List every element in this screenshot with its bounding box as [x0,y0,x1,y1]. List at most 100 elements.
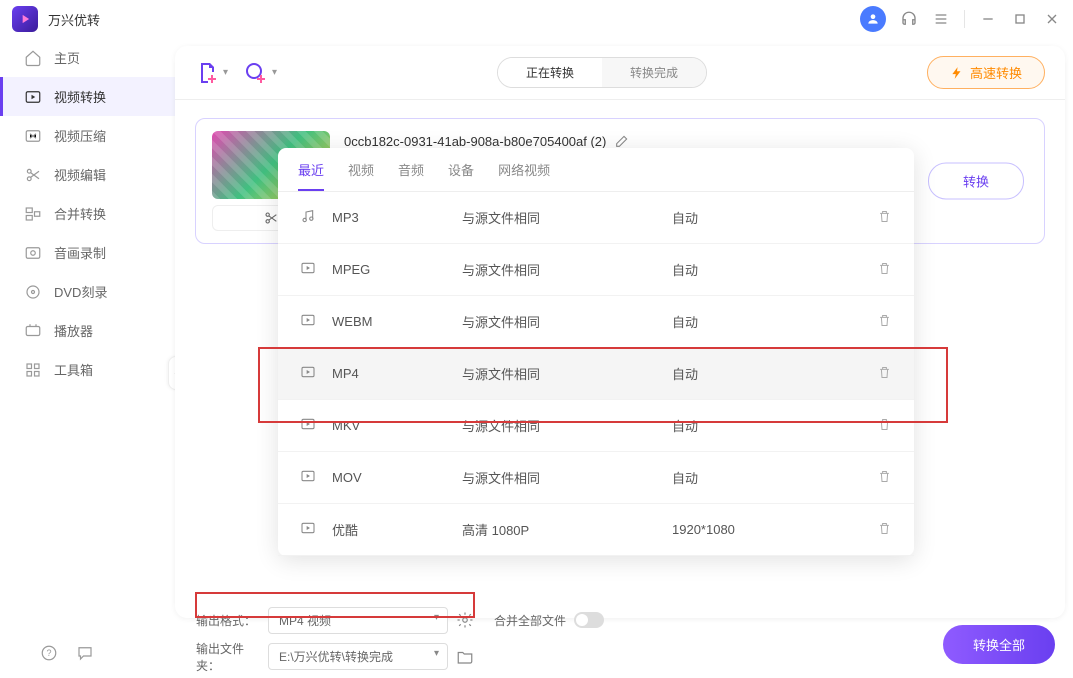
feedback-button[interactable] [76,644,94,662]
browse-folder-button[interactable] [456,648,474,666]
close-button[interactable] [1043,10,1061,28]
format-resolution: 与源文件相同 [462,208,672,227]
svg-text:?: ? [46,648,51,658]
help-button[interactable]: ? [40,644,58,662]
format-resolution: 高清 1080P [462,520,672,539]
edit-icon[interactable] [614,133,630,149]
settings-button[interactable] [456,611,474,629]
merge-switch[interactable] [574,612,604,628]
merge-label: 合并全部文件 [494,612,566,629]
account-button[interactable] [860,6,886,32]
delete-format-button[interactable] [877,365,892,383]
format-row-mov[interactable]: MOV与源文件相同自动 [278,452,914,504]
logo-play-icon [18,12,32,26]
delete-format-button[interactable] [877,313,892,331]
sidebar-item-home[interactable]: 主页 [0,38,175,77]
video-icon [300,520,316,536]
video-icon [300,260,316,276]
tab-completed[interactable]: 转换完成 [602,58,706,87]
delete-format-button[interactable] [877,261,892,279]
maximize-icon [1012,11,1028,27]
sidebar-item-dvd[interactable]: DVD刻录 [0,272,175,311]
format-resolution: 与源文件相同 [462,260,672,279]
video-icon [300,364,316,380]
sidebar-item-toolbox[interactable]: 工具箱 [0,350,175,389]
sidebar-item-video-convert[interactable]: 视频转换 [0,77,175,116]
home-icon [24,49,42,67]
format-row-mp4[interactable]: MP4与源文件相同自动 [278,348,914,400]
format-row-优酷[interactable]: 优酷高清 1080P1920*1080 [278,504,914,556]
format-dropdown: 最近 视频 音频 设备 网络视频 MP3与源文件相同自动MPEG与源文件相同自动… [278,148,914,556]
sidebar-label: 音画录制 [54,243,106,262]
link-plus-icon [244,61,268,85]
toolbar: ▾ ▾ 正在转换 转换完成 高速转换 [175,46,1065,100]
sidebar-item-record[interactable]: 音画录制 [0,233,175,272]
chevron-down-icon: ▾ [272,67,277,78]
sidebar-label: 视频转换 [54,87,106,106]
trash-icon [877,469,892,484]
sidebar-label: 播放器 [54,321,93,340]
sidebar-label: DVD刻录 [54,282,107,301]
delete-format-button[interactable] [877,209,892,227]
fast-convert-button[interactable]: 高速转换 [927,56,1045,89]
trash-icon [877,261,892,276]
output-format-select[interactable]: MP4 视频 [268,607,448,634]
help-buttons: ? [40,644,94,662]
dd-tab-recent[interactable]: 最近 [298,160,324,191]
delete-format-button[interactable] [877,417,892,435]
add-url-button[interactable]: ▾ [244,61,277,85]
format-quality: 自动 [672,468,877,487]
format-row-mpeg[interactable]: MPEG与源文件相同自动 [278,244,914,296]
convert-icon [24,88,42,106]
sidebar-label: 视频压缩 [54,126,106,145]
format-name: WEBM [332,314,462,329]
sidebar-label: 合并转换 [54,204,106,223]
minimize-icon [980,11,996,27]
format-name: 优酷 [332,520,462,539]
format-row-mkv[interactable]: MKV与源文件相同自动 [278,400,914,452]
minimize-button[interactable] [979,10,997,28]
format-name: MOV [332,470,462,485]
maximize-button[interactable] [1011,10,1029,28]
format-row-webm[interactable]: WEBM与源文件相同自动 [278,296,914,348]
output-format-label: 输出格式： [196,612,260,629]
sidebar-item-compress[interactable]: 视频压缩 [0,116,175,155]
user-icon [866,12,880,26]
file-plus-icon [195,61,219,85]
format-quality: 自动 [672,260,877,279]
titlebar: 万兴优转 [0,0,1073,38]
convert-button[interactable]: 转换 [928,163,1024,200]
format-resolution: 与源文件相同 [462,468,672,487]
output-dir-select[interactable]: E:\万兴优转\转换完成 [268,643,448,670]
tab-converting[interactable]: 正在转换 [498,58,602,87]
app-title: 万兴优转 [48,10,100,29]
convert-all-button[interactable]: 转换全部 [943,625,1055,664]
delete-format-button[interactable] [877,469,892,487]
delete-format-button[interactable] [877,521,892,539]
support-button[interactable] [900,10,918,28]
music-icon [300,208,316,224]
dd-tab-device[interactable]: 设备 [448,160,474,191]
headset-icon [900,10,918,28]
menu-button[interactable] [932,10,950,28]
add-file-button[interactable]: ▾ [195,61,228,85]
sidebar-item-merge[interactable]: 合并转换 [0,194,175,233]
format-name: MP3 [332,210,462,225]
format-row-mp3[interactable]: MP3与源文件相同自动 [278,192,914,244]
status-tabs: 正在转换 转换完成 [497,57,707,88]
format-quality: 1920*1080 [672,522,877,537]
sidebar-label: 主页 [54,48,80,67]
chevron-down-icon: ▾ [223,67,228,78]
format-quality: 自动 [672,416,877,435]
sidebar-label: 视频编辑 [54,165,106,184]
divider [964,10,965,28]
dd-tab-audio[interactable]: 音频 [398,160,424,191]
compress-icon [24,127,42,145]
sidebar-item-player[interactable]: 播放器 [0,311,175,350]
dd-tab-video[interactable]: 视频 [348,160,374,191]
format-resolution: 与源文件相同 [462,364,672,383]
dd-tab-web[interactable]: 网络视频 [498,160,550,191]
format-resolution: 与源文件相同 [462,416,672,435]
format-name: MKV [332,418,462,433]
sidebar-item-edit[interactable]: 视频编辑 [0,155,175,194]
